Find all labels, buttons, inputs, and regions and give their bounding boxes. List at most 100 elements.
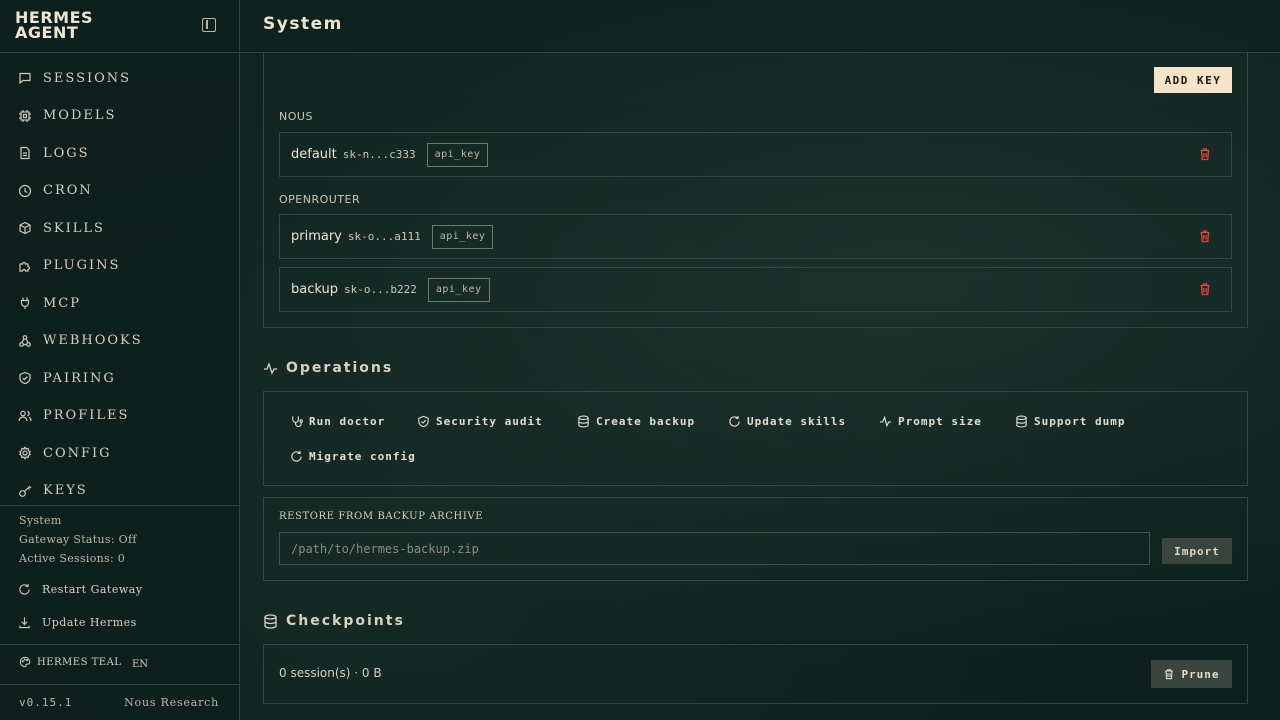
checkpoints-heading: Checkpoints (263, 613, 405, 629)
create-backup-button[interactable]: Create backup (577, 410, 695, 432)
plug-icon (20, 297, 30, 309)
key-mask: sk-n...c333 (342, 148, 416, 161)
shield-icon (19, 371, 31, 385)
database-icon (264, 613, 277, 629)
add-key-button[interactable]: ADD KEY (1154, 67, 1232, 93)
prune-label: Prune (1181, 667, 1220, 681)
sidebar-item-plugins[interactable]: PLUGINS (0, 248, 239, 284)
sidebar-item-label: MCP (43, 295, 82, 311)
support-dump-label: Support dump (1034, 414, 1126, 428)
webhook-icon (19, 334, 31, 347)
key-group-label: OPENROUTER (279, 193, 361, 206)
key-name: primary (291, 229, 342, 244)
key-name: backup (291, 282, 338, 297)
trash-icon[interactable] (1198, 282, 1212, 296)
trash-icon (1165, 669, 1174, 680)
sidebar-item-label: PROFILES (43, 408, 130, 423)
collapse-sidebar-icon[interactable] (202, 18, 216, 32)
sidebar-item-sessions[interactable]: SESSIONS (0, 60, 239, 96)
sidebar-item-label: SESSIONS (43, 70, 132, 86)
key-type-badge: api_key (427, 277, 490, 302)
run-doctor-label: Run doctor (309, 414, 386, 428)
sidebar-item-label: WEBHOOKS (43, 333, 143, 348)
prompt-size-label: Prompt size (898, 414, 982, 428)
prompt-size-button[interactable]: Prompt size (879, 410, 982, 432)
chat-icon (19, 72, 31, 85)
sidebar-item-cron[interactable]: CRON (0, 173, 239, 209)
support-dump-button[interactable]: Support dump (1015, 410, 1125, 432)
sidebar-item-label: PAIRING (43, 370, 116, 386)
key-row: backup sk-o...b222 api_key (279, 267, 1232, 312)
update-skills-button[interactable]: Update skills (728, 410, 846, 432)
key-row: primary sk-o...a111 api_key (279, 214, 1232, 259)
update-hermes-label: Update Hermes (42, 615, 137, 629)
update-skills-label: Update skills (747, 414, 847, 428)
document-icon (20, 146, 30, 160)
puzzle-icon (19, 261, 31, 272)
create-backup-label: Create backup (596, 414, 696, 428)
run-doctor-button[interactable]: Run doctor (290, 410, 385, 432)
divider (0, 644, 240, 645)
version-label: v0.15.1 (19, 696, 73, 709)
theme-selector[interactable]: HERMES TEAL (19, 656, 121, 668)
sidebar-item-label: CRON (43, 183, 93, 198)
divider (0, 684, 240, 685)
checkpoints-panel (263, 644, 1248, 704)
key-row: default sk-n...c333 api_key (279, 132, 1232, 177)
restore-label: RESTORE FROM BACKUP ARCHIVE (279, 511, 484, 522)
active-sessions: Active Sessions: 0 (19, 552, 126, 565)
sidebar-item-keys[interactable]: KEYS (0, 473, 239, 509)
backup-path-input[interactable] (279, 532, 1150, 565)
restart-gateway-button[interactable]: Restart Gateway (18, 579, 143, 599)
restart-gateway-label: Restart Gateway (42, 582, 143, 596)
key-type-badge: api_key (426, 142, 489, 167)
sidebar-item-label: SKILLS (43, 220, 105, 236)
theme-label: HERMES TEAL (37, 656, 122, 668)
palette-icon (19, 656, 31, 668)
import-button[interactable]: Import (1162, 538, 1232, 564)
prune-button[interactable]: Prune (1151, 660, 1232, 688)
refresh-icon (729, 415, 740, 427)
trash-icon[interactable] (1198, 147, 1212, 161)
migrate-config-label: Migrate config (309, 449, 416, 463)
key-icon (19, 485, 32, 497)
clock-icon (18, 184, 32, 197)
sidebar-item-label: LOGS (43, 145, 90, 161)
sidebar: HERMES AGENT SESSIONS MODELS LOGS CRON S… (0, 0, 240, 720)
page-title: System (263, 14, 343, 34)
gateway-status: Gateway Status: Off (19, 533, 137, 546)
sidebar-item-mcp[interactable]: MCP (0, 285, 239, 321)
database-icon (1016, 415, 1027, 427)
sidebar-item-config[interactable]: CONFIG (0, 435, 239, 471)
security-audit-button[interactable]: Security audit (417, 410, 543, 432)
operations-panel (263, 391, 1248, 486)
key-mask: sk-o...b222 (344, 283, 417, 296)
sidebar-item-label: CONFIG (43, 445, 112, 461)
trash-icon[interactable] (1198, 229, 1212, 243)
sidebar-item-logs[interactable]: LOGS (0, 135, 239, 171)
operations-heading: Operations (263, 360, 393, 376)
update-hermes-button[interactable]: Update Hermes (18, 612, 137, 632)
checkpoints-title: Checkpoints (286, 613, 405, 629)
stethoscope-icon (292, 415, 303, 427)
activity-icon (879, 415, 892, 427)
refresh-icon (19, 583, 30, 595)
credit-link[interactable]: Nous Research (124, 696, 219, 709)
sidebar-item-skills[interactable]: SKILLS (0, 210, 239, 246)
refresh-icon (291, 450, 302, 462)
operations-title: Operations (286, 360, 394, 376)
sidebar-item-webhooks[interactable]: WEBHOOKS (0, 323, 239, 359)
migrate-config-button[interactable]: Migrate config (290, 445, 416, 467)
brand-logo[interactable]: HERMES AGENT (15, 10, 115, 41)
system-status: System Gateway Status: Off Active Sessio… (19, 511, 137, 568)
sidebar-item-profiles[interactable]: PROFILES (0, 398, 239, 434)
sidebar-item-models[interactable]: MODELS (0, 98, 239, 134)
key-mask: sk-o...a111 (347, 230, 421, 243)
sidebar-item-pairing[interactable]: PAIRING (0, 360, 239, 396)
gear-icon (18, 446, 32, 460)
sidebar-item-label: KEYS (43, 483, 88, 498)
sidebar-item-label: MODELS (43, 108, 117, 123)
sidebar-item-label: PLUGINS (43, 258, 121, 273)
language-selector[interactable]: EN (132, 659, 148, 670)
system-title: System (19, 514, 62, 527)
